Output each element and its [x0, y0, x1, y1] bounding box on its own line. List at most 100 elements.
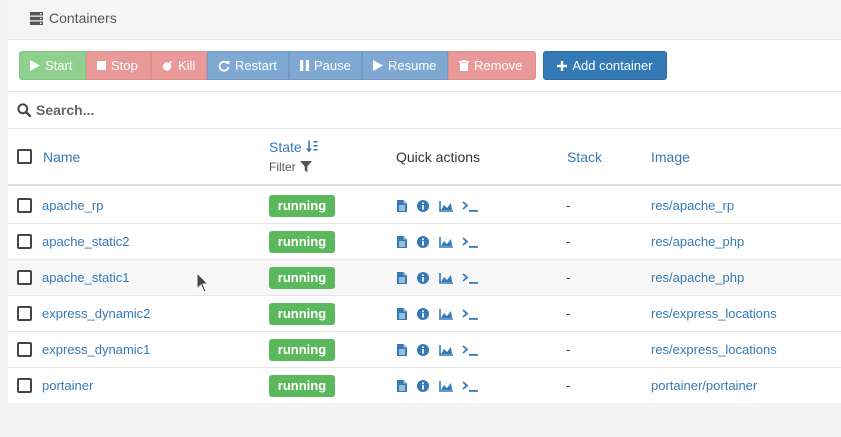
- add-container-label: Add container: [572, 58, 653, 73]
- quick-actions: [397, 343, 478, 361]
- table-row: apache_static1 running - res/apache_php: [8, 260, 841, 296]
- table-row: express_dynamic2 running - res/express_l…: [8, 296, 841, 332]
- status-badge: running: [269, 303, 335, 325]
- column-header-quick-actions: Quick actions: [396, 149, 481, 165]
- column-header-state[interactable]: State: [269, 139, 319, 155]
- console-icon[interactable]: [462, 271, 478, 289]
- quick-actions: [397, 307, 478, 325]
- status-badge: running: [269, 267, 335, 289]
- inspect-icon[interactable]: [417, 379, 429, 397]
- table-row: apache_rp running - res/apache_rp: [8, 188, 841, 224]
- stop-button[interactable]: Stop: [86, 51, 151, 80]
- add-container-button[interactable]: Add container: [543, 51, 667, 80]
- column-header-state-label: State: [269, 139, 302, 155]
- remove-button-label: Remove: [474, 58, 523, 73]
- status-badge: running: [269, 339, 335, 361]
- container-name-link[interactable]: apache_static1: [42, 270, 129, 285]
- row-checkbox[interactable]: [17, 378, 32, 393]
- pause-button[interactable]: Pause: [289, 51, 362, 80]
- kill-button-label: Kill: [178, 58, 196, 73]
- stack-value: -: [566, 378, 571, 393]
- stats-icon[interactable]: [439, 307, 453, 325]
- select-all-checkbox[interactable]: [17, 149, 32, 164]
- stack-value: -: [566, 198, 571, 213]
- logs-icon[interactable]: [397, 271, 407, 289]
- play-icon: [373, 60, 383, 71]
- stop-icon: [97, 61, 106, 70]
- container-name-link[interactable]: apache_static2: [42, 234, 129, 249]
- container-name-link[interactable]: apache_rp: [42, 198, 103, 213]
- row-checkbox[interactable]: [17, 198, 32, 213]
- resume-button[interactable]: Resume: [362, 51, 448, 80]
- stop-button-label: Stop: [111, 58, 138, 73]
- inspect-icon[interactable]: [417, 343, 429, 361]
- logs-icon[interactable]: [397, 307, 407, 325]
- row-checkbox[interactable]: [17, 306, 32, 321]
- stats-icon[interactable]: [439, 199, 453, 217]
- container-name-link[interactable]: express_dynamic1: [42, 342, 150, 357]
- pause-button-label: Pause: [314, 58, 351, 73]
- play-icon: [30, 60, 40, 71]
- inspect-icon[interactable]: [417, 235, 429, 253]
- table-header: Name State Filter Quick actions Stack Im…: [8, 130, 841, 186]
- plus-icon: [557, 60, 568, 71]
- bomb-icon: [162, 60, 173, 71]
- console-icon[interactable]: [462, 199, 478, 217]
- inspect-icon[interactable]: [417, 271, 429, 289]
- status-badge: running: [269, 231, 335, 253]
- logs-icon[interactable]: [397, 199, 407, 217]
- row-checkbox[interactable]: [17, 270, 32, 285]
- table-row: portainer running - portainer/portainer: [8, 368, 841, 404]
- pause-icon: [300, 60, 309, 71]
- image-link[interactable]: res/apache_php: [651, 270, 744, 285]
- containers-panel: Containers Start Stop Kill Restart Pause…: [8, 0, 841, 403]
- image-link[interactable]: portainer/portainer: [651, 378, 757, 393]
- filter-icon: [299, 161, 312, 173]
- quick-actions: [397, 235, 478, 253]
- console-icon[interactable]: [462, 343, 478, 361]
- state-filter[interactable]: Filter: [269, 160, 312, 174]
- page-title: Containers: [49, 10, 117, 26]
- action-toolbar: Start Stop Kill Restart Pause Resume Rem…: [19, 51, 536, 80]
- column-header-stack[interactable]: Stack: [567, 149, 602, 165]
- container-name-link[interactable]: portainer: [42, 378, 93, 393]
- start-button[interactable]: Start: [19, 51, 86, 80]
- restart-button[interactable]: Restart: [207, 51, 289, 80]
- console-icon[interactable]: [462, 307, 478, 325]
- column-header-name[interactable]: Name: [43, 149, 80, 165]
- image-link[interactable]: res/apache_php: [651, 234, 744, 249]
- server-icon: [30, 12, 43, 25]
- stats-icon[interactable]: [439, 235, 453, 253]
- status-badge: running: [269, 375, 335, 397]
- table-row: apache_static2 running - res/apache_php: [8, 224, 841, 260]
- column-header-image[interactable]: Image: [651, 149, 690, 165]
- stack-value: -: [566, 270, 571, 285]
- inspect-icon[interactable]: [417, 199, 429, 217]
- image-link[interactable]: res/apache_rp: [651, 198, 734, 213]
- stack-value: -: [566, 342, 571, 357]
- stats-icon[interactable]: [439, 379, 453, 397]
- stats-icon[interactable]: [439, 271, 453, 289]
- row-checkbox[interactable]: [17, 234, 32, 249]
- quick-actions: [397, 199, 478, 217]
- logs-icon[interactable]: [397, 379, 407, 397]
- kill-button[interactable]: Kill: [151, 51, 207, 80]
- quick-actions: [397, 379, 478, 397]
- console-icon[interactable]: [462, 235, 478, 253]
- logs-icon[interactable]: [397, 235, 407, 253]
- container-name-link[interactable]: express_dynamic2: [42, 306, 150, 321]
- console-icon[interactable]: [462, 379, 478, 397]
- image-link[interactable]: res/express_locations: [651, 342, 777, 357]
- stats-icon[interactable]: [439, 343, 453, 361]
- inspect-icon[interactable]: [417, 307, 429, 325]
- image-link[interactable]: res/express_locations: [651, 306, 777, 321]
- sort-icon: [305, 140, 318, 153]
- row-checkbox[interactable]: [17, 342, 32, 357]
- state-filter-label: Filter: [269, 160, 296, 174]
- remove-button[interactable]: Remove: [448, 51, 536, 80]
- search-bar: [8, 91, 841, 129]
- quick-actions: [397, 271, 478, 289]
- search-input[interactable]: [36, 99, 816, 121]
- logs-icon[interactable]: [397, 343, 407, 361]
- mouse-pointer-icon: [196, 272, 210, 293]
